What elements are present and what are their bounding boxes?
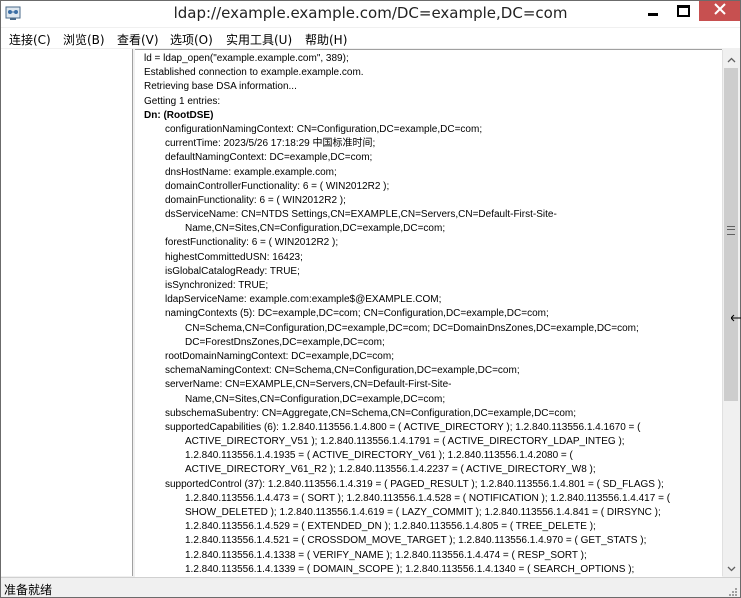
scroll-grip-icon bbox=[727, 226, 735, 235]
status-text: 准备就绪 bbox=[4, 583, 53, 597]
log-line: highestCommittedUSN: 16423; bbox=[165, 251, 303, 263]
log-line: 1.2.840.113556.1.4.1935 = ( ACTIVE_DIREC… bbox=[185, 450, 573, 462]
menu-options[interactable]: 选项(O) bbox=[170, 31, 213, 48]
log-line: ldapServiceName: example.com:example$@EX… bbox=[165, 294, 442, 306]
log-line: ld = ldap_open("example.example.com", 38… bbox=[144, 53, 349, 64]
size-grip-icon[interactable] bbox=[726, 584, 738, 596]
menu-utilities[interactable]: 实用工具(U) bbox=[226, 31, 292, 48]
log-line: ACTIVE_DIRECTORY_V61_R2 ); 1.2.840.11355… bbox=[185, 464, 596, 476]
log-line: 1.2.840.113556.1.4.1339 = ( DOMAIN_SCOPE… bbox=[185, 563, 635, 575]
log-line: domainFunctionality: 6 = ( WIN2012R2 ); bbox=[165, 194, 346, 206]
log-line: dsServiceName: CN=NTDS Settings,CN=EXAMP… bbox=[165, 209, 557, 221]
status-bar: 准备就绪 bbox=[1, 577, 740, 597]
log-line: CN=Schema,CN=Configuration,DC=example,DC… bbox=[185, 322, 639, 334]
menu-connection[interactable]: 连接(C) bbox=[9, 31, 51, 48]
log-line: forestFunctionality: 6 = ( WIN2012R2 ); bbox=[165, 237, 339, 249]
close-icon bbox=[713, 2, 726, 20]
maximize-button[interactable] bbox=[668, 1, 699, 21]
log-line: supportedCapabilities (6): 1.2.840.11355… bbox=[165, 421, 641, 433]
log-line: DC=ForestDnsZones,DC=example,DC=com; bbox=[185, 336, 385, 348]
log-line: currentTime: 2023/5/26 17:18:29 中国标准时间; bbox=[165, 138, 376, 150]
log-line: namingContexts (5): DC=example,DC=com; C… bbox=[165, 308, 549, 320]
log-line: configurationNamingContext: CN=Configura… bbox=[165, 123, 483, 135]
log-line: 1.2.840.113556.1.4.529 = ( EXTENDED_DN )… bbox=[185, 521, 596, 533]
menu-browse[interactable]: 浏览(B) bbox=[63, 31, 105, 48]
tree-pane[interactable] bbox=[1, 49, 133, 576]
scroll-down-icon bbox=[727, 559, 736, 577]
window-title: ldap://example.example.com/DC=example,DC… bbox=[173, 4, 568, 22]
app-window: ldap://example.example.com/DC=example,DC… bbox=[0, 0, 741, 598]
scroll-up-button[interactable] bbox=[723, 50, 740, 67]
scroll-down-button[interactable] bbox=[723, 559, 740, 576]
log-line: SHOW_DELETED ); 1.2.840.113556.1.4.619 =… bbox=[185, 507, 661, 518]
log-line: Name,CN=Sites,CN=Configuration,DC=exampl… bbox=[185, 223, 446, 235]
minimize-icon bbox=[647, 12, 658, 16]
log-line: serverName: CN=EXAMPLE,CN=Servers,CN=Def… bbox=[165, 379, 452, 391]
scroll-thumb[interactable] bbox=[724, 68, 738, 401]
scroll-up-icon bbox=[727, 50, 736, 68]
log-line: schemaNamingContext: CN=Schema,CN=Config… bbox=[165, 365, 520, 377]
log-line: isSynchronized: TRUE; bbox=[165, 280, 269, 291]
log-line: 1.2.840.113556.1.4.473 = ( SORT ); 1.2.8… bbox=[185, 492, 671, 504]
menu-help[interactable]: 帮助(H) bbox=[305, 31, 347, 48]
log-line: rootDomainNamingContext: DC=example,DC=c… bbox=[165, 350, 394, 362]
maximize-icon bbox=[677, 5, 690, 17]
log-output: ld = ldap_open("example.example.com", 38… bbox=[144, 52, 722, 577]
output-pane[interactable]: ld = ldap_open("example.example.com", 38… bbox=[135, 49, 722, 577]
menu-view[interactable]: 查看(V) bbox=[117, 31, 159, 48]
log-line: Dn: (RootDSE) bbox=[144, 109, 214, 121]
resize-cursor-icon bbox=[730, 310, 741, 322]
log-line: 1.2.840.113556.1.4.1338 = ( VERIFY_NAME … bbox=[185, 549, 587, 561]
log-line: defaultNamingContext: DC=example,DC=com; bbox=[165, 152, 373, 164]
log-line: Established connection to example.exampl… bbox=[144, 67, 364, 79]
menu-bar: 连接(C) 浏览(B) 查看(V) 选项(O) 实用工具(U) 帮助(H) bbox=[1, 28, 740, 48]
log-line: Retrieving base DSA information... bbox=[144, 81, 297, 93]
log-line: ACTIVE_DIRECTORY_V51 ); 1.2.840.113556.1… bbox=[185, 436, 625, 448]
log-line: Getting 1 entries: bbox=[144, 95, 221, 107]
log-line: subschemaSubentry: CN=Aggregate,CN=Schem… bbox=[165, 407, 577, 419]
log-line: isGlobalCatalogReady: TRUE; bbox=[165, 265, 300, 277]
close-button[interactable] bbox=[699, 1, 740, 21]
title-bar[interactable]: ldap://example.example.com/DC=example,DC… bbox=[1, 1, 740, 27]
log-line: dnsHostName: example.example.com; bbox=[165, 166, 337, 178]
log-line: supportedControl (37): 1.2.840.113556.1.… bbox=[165, 478, 664, 490]
log-line: domainControllerFunctionality: 6 = ( WIN… bbox=[165, 180, 390, 192]
minimize-button[interactable] bbox=[637, 1, 668, 21]
log-line: Name,CN=Sites,CN=Configuration,DC=exampl… bbox=[185, 393, 446, 405]
log-line: 1.2.840.113556.1.4.521 = ( CROSSDOM_MOVE… bbox=[185, 535, 647, 547]
